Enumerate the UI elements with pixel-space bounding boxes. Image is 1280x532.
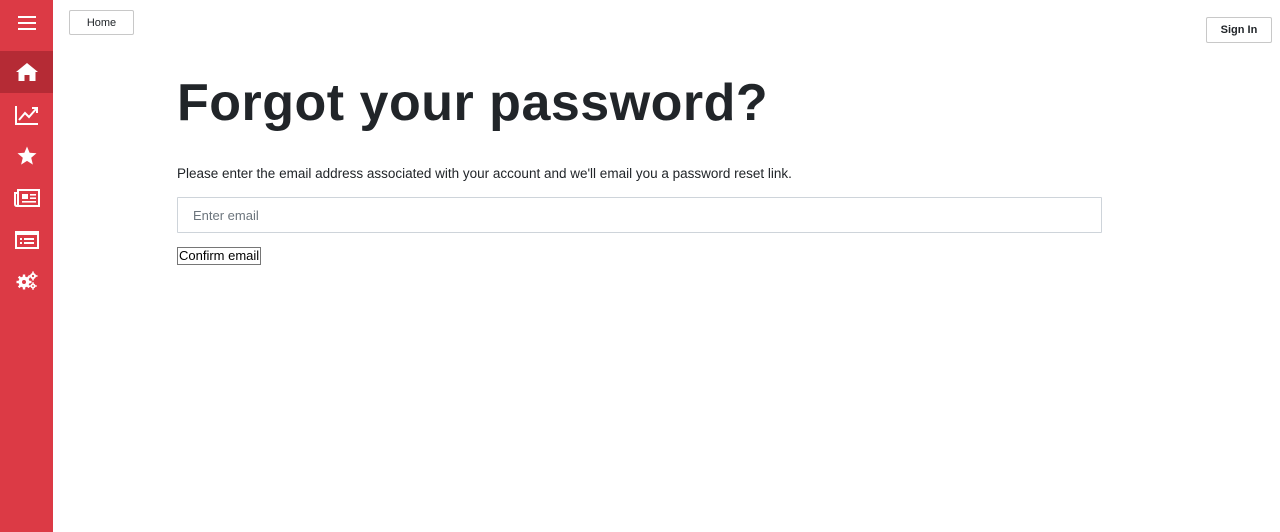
menu-icon bbox=[17, 16, 36, 30]
sidebar-item-list[interactable] bbox=[0, 219, 53, 261]
sidebar-item-settings[interactable] bbox=[0, 260, 53, 302]
sidebar-item-charts[interactable] bbox=[0, 94, 53, 136]
sidebar-menu-toggle[interactable] bbox=[0, 2, 53, 44]
sidebar bbox=[0, 0, 53, 532]
sidebar-item-news[interactable] bbox=[0, 177, 53, 219]
star-icon bbox=[17, 146, 36, 165]
list-icon bbox=[14, 231, 39, 249]
confirm-email-button[interactable]: Confirm email bbox=[177, 247, 262, 265]
page-description: Please enter the email address associate… bbox=[177, 166, 792, 181]
page-title: Forgot your password? bbox=[177, 74, 769, 132]
home-button[interactable]: Home bbox=[69, 10, 134, 35]
email-input[interactable] bbox=[177, 197, 1102, 233]
sidebar-item-home[interactable] bbox=[0, 51, 53, 93]
sign-in-button[interactable]: Sign In bbox=[1206, 17, 1272, 43]
chart-line-icon bbox=[14, 106, 38, 125]
home-icon bbox=[15, 63, 38, 81]
gears-icon bbox=[16, 271, 37, 290]
sidebar-item-favorites[interactable] bbox=[0, 135, 53, 177]
newspaper-icon bbox=[13, 189, 40, 207]
